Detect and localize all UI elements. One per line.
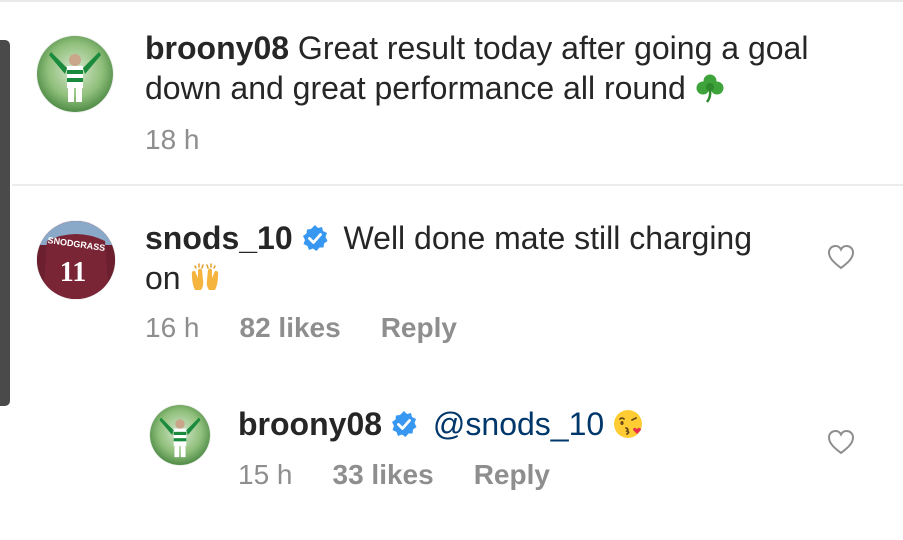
avatar-broony08[interactable] bbox=[37, 36, 113, 112]
likes-count[interactable]: 82 likes bbox=[240, 312, 341, 344]
top-divider bbox=[0, 0, 903, 2]
comment-time: 16 h bbox=[145, 312, 200, 343]
comment-text-line2: on bbox=[145, 260, 181, 296]
avatar-image: SNODGRASS 11 bbox=[37, 221, 115, 299]
verified-badge-icon bbox=[390, 410, 418, 438]
comment-meta: 18 h bbox=[145, 124, 200, 156]
reply-body: broony08 @snods_10 bbox=[238, 404, 798, 444]
avatar-image bbox=[37, 36, 113, 112]
shamrock-icon bbox=[694, 72, 726, 104]
reply-button[interactable]: Reply bbox=[381, 312, 457, 344]
comment-text: Great result today after going a goal bbox=[297, 30, 809, 66]
comment-time: 15 h bbox=[238, 459, 293, 490]
comment-body: snods_10 Well done mate still charging o… bbox=[145, 218, 805, 298]
likes-count[interactable]: 33 likes bbox=[333, 459, 434, 491]
mention-link[interactable]: @snods_10 bbox=[433, 406, 604, 442]
username[interactable]: snods_10 bbox=[145, 220, 293, 256]
heart-icon[interactable] bbox=[826, 242, 856, 272]
reply-meta: 15 h 33 likes Reply bbox=[238, 459, 550, 491]
username[interactable]: broony08 bbox=[145, 30, 289, 66]
comment-text: Well done mate still charging bbox=[343, 220, 753, 256]
avatar-snods_10[interactable]: SNODGRASS 11 bbox=[37, 221, 115, 299]
kissing-face-icon bbox=[612, 408, 644, 440]
heart-icon[interactable] bbox=[826, 427, 856, 457]
avatar-image bbox=[150, 405, 210, 465]
comment-meta: 16 h 82 likes Reply bbox=[145, 312, 457, 344]
comment-time: 18 h bbox=[145, 124, 200, 155]
raised-hands-icon bbox=[189, 262, 221, 294]
avatar-broony08-reply[interactable] bbox=[150, 405, 210, 465]
reply-button[interactable]: Reply bbox=[474, 459, 550, 491]
username[interactable]: broony08 bbox=[238, 406, 382, 442]
verified-badge-icon bbox=[301, 224, 329, 252]
comment-divider bbox=[12, 184, 903, 186]
comment-text-line2: down and great performance all round bbox=[145, 70, 686, 106]
comment-body: broony08 Great result today after going … bbox=[145, 28, 865, 108]
scroll-indicator[interactable] bbox=[0, 40, 10, 406]
shirt-number: 11 bbox=[60, 257, 86, 288]
